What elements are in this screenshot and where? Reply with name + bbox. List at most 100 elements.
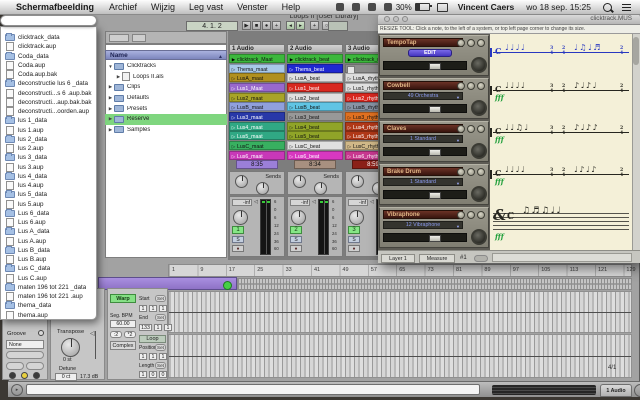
clip-lusa-maat[interactable]: ▷LusA_maat: [229, 73, 285, 82]
file-item-lus-3-aup[interactable]: lus 3.aup: [1, 163, 96, 172]
file-item-deconstructie-lus-6-data[interactable]: deconstructie lus 6 _data: [1, 79, 96, 88]
chevron-right-icon[interactable]: ▶: [107, 127, 114, 133]
minimize-button[interactable]: [393, 16, 399, 22]
clip-lusb-beat[interactable]: ▷LusB_beat: [287, 102, 343, 111]
start-set-button[interactable]: Set: [155, 295, 166, 302]
value-field[interactable]: 1: [139, 353, 147, 360]
clip-overview-strip[interactable]: [237, 278, 632, 290]
pan-knob[interactable]: [471, 57, 487, 73]
clip-thema-beat[interactable]: ▷Thema_beat: [287, 64, 343, 73]
menu-leg-vast[interactable]: Leg vast: [189, 2, 223, 12]
gain-value[interactable]: 17.3 dB: [80, 374, 98, 380]
file-item-lus-c-data[interactable]: Lus C_data: [1, 264, 96, 273]
file-item-lus-4-data[interactable]: lus 4_data: [1, 172, 96, 181]
browser-item-samples[interactable]: ▶Samples: [105, 125, 227, 136]
solo-button[interactable]: [467, 168, 475, 176]
clip-launch-icon[interactable]: ▷: [230, 123, 237, 131]
clip-lus3-maat[interactable]: ▷Lus3_maat: [229, 112, 285, 121]
chevron-down-icon[interactable]: ▼: [107, 64, 114, 69]
clip-launch-icon[interactable]: ▷: [230, 113, 237, 121]
file-item-deconstructi-aup-bak-bak[interactable]: deconstructi...aup.bak.bak: [1, 98, 96, 107]
file-item-lus-b-aup[interactable]: Lus B.aup: [1, 255, 96, 264]
file-item-lus-6-aup[interactable]: Lus 6.aup: [1, 218, 96, 227]
battery-icon[interactable]: [415, 3, 430, 11]
recent-files-combobox[interactable]: [0, 15, 97, 26]
notation-scrollbar-thumb[interactable]: [633, 37, 639, 65]
clip-launch-icon[interactable]: ▷: [230, 103, 237, 111]
pan-knob[interactable]: [471, 229, 487, 245]
value-field[interactable]: 0: [159, 371, 167, 378]
clip-lusc-beat[interactable]: ▷LusC_beat: [287, 141, 343, 150]
menu-archief[interactable]: Archief: [109, 2, 137, 12]
mute-button[interactable]: [457, 39, 465, 47]
file-item-coda-data[interactable]: Coda_data: [1, 52, 96, 61]
file-item-maten-196-tot-221-data[interactable]: maten 196 tot 221 _data: [1, 283, 96, 292]
position-set-button[interactable]: Set: [155, 344, 166, 351]
patch-chooser[interactable]: 1 Standard▼: [383, 135, 463, 143]
file-item-coda-aup-bak[interactable]: Coda.aup.bak: [1, 70, 96, 79]
chevron-right-icon[interactable]: ▶: [107, 116, 114, 122]
waveform-right-channel[interactable]: [168, 334, 632, 378]
record-button[interactable]: [477, 211, 485, 219]
value-field[interactable]: 1: [159, 305, 167, 312]
clip-launch-icon[interactable]: ▷: [288, 132, 295, 140]
volume-display[interactable]: -inf: [232, 199, 252, 206]
clip-launch-icon[interactable]: ▷: [230, 152, 237, 160]
patch-chooser[interactable]: 12 Vibraphone▼: [383, 221, 463, 229]
zoom-button[interactable]: [402, 16, 408, 22]
clip-launch-icon[interactable]: ▷: [346, 152, 353, 160]
menu-venster[interactable]: Venster: [237, 2, 268, 12]
waveform-left-channel[interactable]: [168, 291, 632, 333]
clip-launch-icon[interactable]: ▷: [346, 132, 353, 140]
length-set-button[interactable]: Set: [155, 362, 166, 369]
pan-knob[interactable]: [233, 210, 248, 225]
double-tempo-button[interactable]: *2: [124, 331, 136, 338]
file-item-lus-5-aup[interactable]: lus 5.aup: [1, 200, 96, 209]
value-field[interactable]: 0: [149, 371, 157, 378]
clip-launch-icon[interactable]: ▷: [346, 113, 353, 121]
display-icon[interactable]: [368, 3, 376, 11]
notation-page[interactable]: C♩♩♩♩342424♩♫♩♬C♩♩♩♩342424♪♩♪♩fffC♩♩♫♩34…: [490, 34, 632, 250]
pan-knob[interactable]: [471, 143, 487, 159]
user-menu[interactable]: Vincent Caers: [458, 2, 515, 12]
app-menu-title[interactable]: Schermafbeelding: [16, 2, 94, 12]
value-field[interactable]: 1: [149, 353, 157, 360]
browser-search-button[interactable]: [132, 34, 146, 42]
file-item-lus-a-data[interactable]: Lus A_data: [1, 227, 96, 236]
record-button[interactable]: [477, 168, 485, 176]
clip-playing-icon[interactable]: ▶: [346, 55, 353, 63]
browser-item-clips[interactable]: ▶Clips: [105, 82, 227, 93]
solo-button[interactable]: S: [232, 236, 244, 243]
send-b-knob[interactable]: [314, 182, 327, 195]
clip-lus2-maat[interactable]: ▷Lus2_maat: [229, 93, 285, 102]
clip-lus1-beat[interactable]: ▷Lus1_beat: [287, 83, 343, 92]
punch-button[interactable]: +: [310, 21, 319, 30]
info-view-toggle[interactable]: ▸: [11, 384, 23, 396]
clip-lusc-maat[interactable]: ▷LusC_maat: [229, 141, 285, 150]
record-button[interactable]: [477, 125, 485, 133]
clip-launch-icon[interactable]: ▷: [346, 94, 353, 102]
clip-lusb-maat[interactable]: ▷LusB_maat: [229, 102, 285, 111]
detail-view-toggle[interactable]: [634, 384, 640, 397]
launch-panel-toggle[interactable]: [9, 372, 16, 379]
arrangement-position-display[interactable]: 4. 1. 2: [186, 21, 238, 31]
pan-knob[interactable]: [291, 210, 306, 225]
clip-launch-icon[interactable]: ▷: [230, 132, 237, 140]
send-a-knob[interactable]: [235, 175, 248, 188]
value-field[interactable]: 1: [139, 371, 147, 378]
arm-button[interactable]: ●: [348, 245, 360, 252]
solo-button[interactable]: S: [348, 236, 360, 243]
clip-lus6-maat[interactable]: ▷Lus6_maat: [229, 151, 285, 160]
volume-slider[interactable]: [383, 61, 467, 70]
volume-slider[interactable]: [383, 147, 467, 156]
clip-launch-icon[interactable]: ▷: [288, 142, 295, 150]
play-button[interactable]: ▶: [242, 21, 251, 30]
browser-name-header[interactable]: Name ▲: [105, 50, 227, 60]
record-button[interactable]: [477, 39, 485, 47]
airplay-icon[interactable]: [384, 3, 392, 11]
seg-bpm-value[interactable]: 60.00: [110, 320, 136, 328]
clip-launch-icon[interactable]: ▷: [230, 65, 237, 73]
browser-view-chooser[interactable]: [109, 34, 129, 42]
value-field[interactable]: 1: [154, 324, 162, 331]
measure-selector[interactable]: Measure: [419, 254, 455, 263]
